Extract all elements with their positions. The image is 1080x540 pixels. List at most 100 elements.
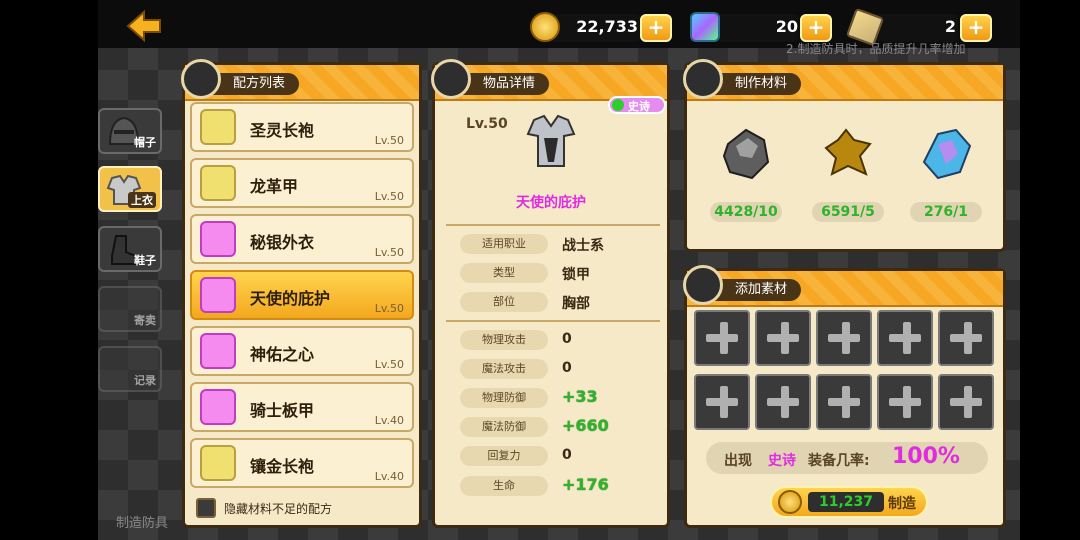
- recipe-name: 神佑之心: [250, 345, 315, 364]
- recipe-scroll-badge-icon: [181, 59, 221, 99]
- recipe-level: Lv.50: [374, 246, 404, 259]
- angel-armor-icon: [200, 277, 236, 313]
- add-gold-button[interactable]: +: [640, 14, 672, 42]
- craft-button[interactable]: 11,237 制造: [770, 486, 928, 518]
- material-slot[interactable]: [816, 374, 872, 430]
- recipe-item-selected[interactable]: 天使的庇护 Lv.50: [190, 270, 414, 320]
- hide-insufficient-label: 隐藏材料不足的配方: [224, 502, 333, 516]
- detail-bag-badge-icon: [431, 59, 471, 99]
- info-value: 锁甲: [562, 267, 590, 283]
- gold-value: 22,733: [576, 17, 638, 36]
- recipe-level: Lv.40: [374, 414, 404, 427]
- recipe-item[interactable]: 龙革甲 Lv.50: [190, 158, 414, 208]
- material-slot[interactable]: [755, 374, 811, 430]
- info-value: 战士系: [562, 238, 604, 254]
- material-slot[interactable]: [755, 310, 811, 366]
- iron-ore-icon[interactable]: [718, 124, 774, 184]
- chance-value: 100%: [892, 444, 960, 469]
- recipe-item[interactable]: 圣灵长袍 Lv.50: [190, 102, 414, 152]
- info-value: 胸部: [562, 296, 590, 312]
- recipe-item[interactable]: 神佑之心 Lv.50: [190, 326, 414, 376]
- recipe-level: Lv.50: [374, 190, 404, 203]
- gilded-robe-icon: [200, 445, 236, 481]
- recipe-name: 龙革甲: [250, 177, 299, 196]
- add-crystal-button[interactable]: +: [800, 14, 832, 42]
- material-slot[interactable]: [877, 310, 933, 366]
- add-hammer-badge-icon: [683, 265, 723, 305]
- material-slot[interactable]: [877, 374, 933, 430]
- info-label: 适用职业: [460, 234, 548, 254]
- info-label: 部位: [460, 292, 548, 312]
- divider: [446, 320, 660, 322]
- recipe-level: Lv.50: [374, 302, 404, 315]
- stat-label: 物理防御: [460, 388, 548, 408]
- blessed-heart-icon: [200, 333, 236, 369]
- category-top-label: 上衣: [128, 192, 156, 208]
- stat-value: +660: [562, 416, 609, 435]
- recipe-item[interactable]: 骑士板甲 Lv.40: [190, 382, 414, 432]
- letterbox-right: [1020, 0, 1080, 540]
- stat-value: 0: [562, 360, 572, 376]
- category-hat[interactable]: 帽子: [98, 108, 162, 154]
- category-consign-label: 寄卖: [134, 314, 156, 327]
- stat-label: 魔法防御: [460, 417, 548, 437]
- rarity-badge: 史诗: [608, 96, 666, 114]
- material-count: 4428/10: [710, 202, 782, 222]
- material-slot[interactable]: [694, 374, 750, 430]
- craft-cost: 11,237: [808, 492, 884, 512]
- category-top[interactable]: 上衣: [98, 166, 162, 212]
- info-label: 类型: [460, 263, 548, 283]
- stat-value: +33: [562, 387, 598, 406]
- category-shoes-label: 鞋子: [134, 254, 156, 267]
- material-slot[interactable]: [816, 310, 872, 366]
- recipe-name: 天使的庇护: [250, 289, 331, 308]
- gold-leather-icon[interactable]: [820, 126, 876, 182]
- stat-value: 0: [562, 447, 572, 463]
- stat-label: 魔法攻击: [460, 359, 548, 379]
- angel-armor-large-icon: [526, 114, 576, 167]
- chance-prefix: 出现: [724, 453, 752, 469]
- recipe-name: 镶金长袍: [250, 457, 315, 476]
- recipe-name: 骑士板甲: [250, 401, 315, 420]
- crystal-icon: [690, 12, 720, 42]
- scrolling-tip-text: 2.制造防具时，品质提升几率增加: [786, 42, 966, 54]
- category-consign[interactable]: 寄卖: [98, 286, 162, 332]
- recipe-item[interactable]: 秘银外衣 Lv.50: [190, 214, 414, 264]
- letterbox-left: [0, 0, 98, 540]
- craft-label: 制造: [888, 496, 916, 512]
- material-slot[interactable]: [694, 310, 750, 366]
- gold-coin-icon: [530, 12, 560, 42]
- bottom-hint-text: 制造防具: [116, 516, 169, 531]
- ticket-value: 2: [944, 17, 956, 36]
- category-record[interactable]: 记录: [98, 346, 162, 392]
- recipe-level: Lv.50: [374, 358, 404, 371]
- recipe-level: Lv.50: [374, 134, 404, 147]
- material-slot[interactable]: [938, 310, 994, 366]
- stat-label: 生命: [460, 476, 548, 496]
- stat-label: 物理攻击: [460, 330, 548, 350]
- hide-insufficient-checkbox[interactable]: [196, 498, 216, 518]
- rarity-label: 史诗: [628, 100, 650, 113]
- stat-value: 0: [562, 331, 572, 347]
- recipe-item[interactable]: 镶金长袍 Lv.40: [190, 438, 414, 488]
- divider: [446, 224, 660, 226]
- add-ticket-button[interactable]: +: [960, 14, 992, 42]
- category-shoes[interactable]: 鞋子: [98, 226, 162, 272]
- chance-mid: 装备几率:: [808, 453, 870, 469]
- leather-armor-icon: [200, 165, 236, 201]
- material-count: 6591/5: [812, 202, 884, 222]
- material-slot[interactable]: [938, 374, 994, 430]
- category-hat-label: 帽子: [134, 136, 156, 149]
- recipe-name: 秘银外衣: [250, 233, 315, 252]
- knight-plate-icon: [200, 389, 236, 425]
- crystal-value: 20: [775, 17, 798, 36]
- back-arrow-button[interactable]: [126, 8, 162, 44]
- stat-value: +176: [562, 475, 609, 494]
- mithril-coat-icon: [200, 221, 236, 257]
- gold-coin-icon: [778, 490, 802, 514]
- blue-crystal-icon[interactable]: [916, 124, 976, 184]
- rarity-dot-icon: [612, 99, 624, 111]
- material-count: 276/1: [910, 202, 982, 222]
- recipe-level: Lv.40: [374, 470, 404, 483]
- chance-rarity: 史诗: [768, 453, 796, 469]
